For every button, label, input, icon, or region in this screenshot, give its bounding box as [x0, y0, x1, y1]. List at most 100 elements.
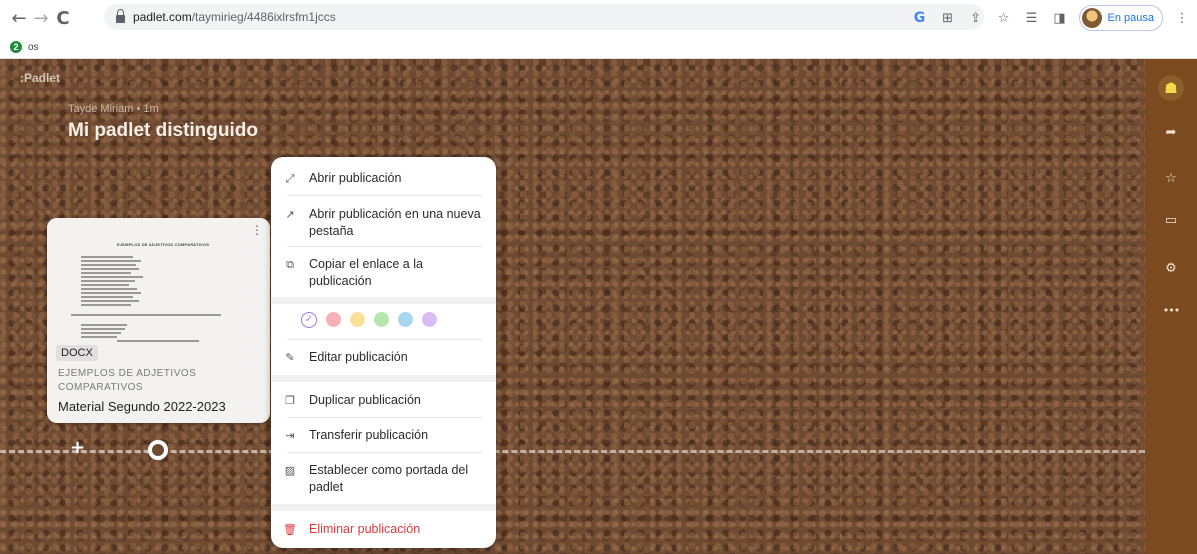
- section-gap: [271, 504, 496, 511]
- padlet-logo[interactable]: :Padlet: [20, 71, 60, 85]
- menu-item-label: Copiar el enlace a la publicación: [309, 257, 423, 288]
- bookmark-label[interactable]: os: [28, 42, 39, 53]
- browser-toolbar: ← → C padlet.com/taymirieg/4486ixlrsfm1j…: [0, 0, 1197, 36]
- color-swatch[interactable]: [326, 312, 341, 327]
- menu-item-copy-link[interactable]: ⧉ Copiar el enlace a la publicación: [271, 256, 496, 290]
- divider: [287, 339, 482, 340]
- preview-line: [81, 296, 133, 298]
- menu-item-label: Eliminar publicación: [309, 522, 421, 536]
- preview-line: [81, 276, 143, 278]
- color-swatch[interactable]: [398, 312, 413, 327]
- file-type-badge: DOCX: [56, 345, 98, 361]
- divider: [287, 417, 482, 418]
- share-icon[interactable]: ⇪: [967, 9, 985, 27]
- padlet-board: :Padlet Tayde Miriam • 1m Mi padlet dist…: [0, 59, 1145, 554]
- preview-line: [81, 336, 117, 338]
- menu-item-edit[interactable]: ✎ Editar publicación: [271, 349, 496, 366]
- divider: [287, 246, 482, 247]
- reading-list-icon[interactable]: ☰: [1023, 9, 1041, 27]
- card-menu-icon[interactable]: ⋮: [251, 223, 263, 237]
- menu-item-label: Editar publicación: [309, 350, 408, 364]
- side-panel-icon[interactable]: ◨: [1051, 9, 1069, 27]
- menu-item-transfer[interactable]: ⇥ Transferir publicación: [271, 427, 496, 444]
- timeline-node[interactable]: [148, 440, 168, 460]
- timeline-line: [0, 450, 1145, 453]
- add-post-icon[interactable]: +: [70, 439, 85, 457]
- menu-item-delete[interactable]: 🗑 Eliminar publicación: [271, 521, 496, 538]
- post-title: Material Segundo 2022-2023: [58, 399, 226, 414]
- preview-line: [81, 280, 135, 282]
- avatar: [1081, 8, 1102, 28]
- preview-line: [81, 288, 137, 290]
- browser-tools: G ⊞ ⇪ ☆ ☰ ◨ En pausa ⋮: [911, 4, 1191, 32]
- url-host: padlet.com: [133, 10, 192, 24]
- preview-line: [81, 268, 139, 270]
- forward-arrow-icon[interactable]: →: [30, 8, 52, 29]
- section-gap: [271, 375, 496, 382]
- divider: [287, 452, 482, 453]
- preview-line: [81, 284, 129, 286]
- page-title: Mi padlet distinguido: [68, 120, 258, 141]
- author-meta: Tayde Miriam • 1m: [68, 103, 159, 115]
- transfer-icon: ⇥: [285, 429, 295, 442]
- reload-icon[interactable]: C: [52, 8, 74, 29]
- share-arrow-icon[interactable]: ➦: [1158, 119, 1184, 145]
- color-swatch[interactable]: [374, 312, 389, 327]
- preview-line: [71, 314, 221, 316]
- divider: [287, 195, 482, 196]
- preview-line: [81, 300, 139, 302]
- external-link-icon: ↗: [285, 208, 295, 221]
- settings-gear-icon[interactable]: ⚙: [1158, 255, 1184, 281]
- color-swatch[interactable]: [350, 312, 365, 327]
- duplicate-icon: ❐: [285, 394, 295, 407]
- preview-line: [117, 340, 199, 342]
- menu-item-open[interactable]: ⤢ Abrir publicación: [271, 170, 496, 187]
- profile-button[interactable]: En pausa: [1078, 5, 1163, 31]
- bookmark-folder-icon[interactable]: 2: [10, 41, 22, 53]
- menu-item-label: Abrir publicación: [309, 171, 402, 185]
- preview-line: [81, 332, 121, 334]
- expand-icon: ⤢: [285, 172, 295, 185]
- install-icon[interactable]: ⊞: [939, 9, 957, 27]
- menu-item-label: Duplicar publicación: [309, 393, 421, 407]
- address-bar[interactable]: padlet.com/taymirieg/4486ixlrsfm1jccs: [104, 4, 984, 30]
- menu-item-label: Establecer como portada del padlet: [309, 463, 469, 494]
- color-picker: ✓: [301, 312, 437, 328]
- preview-line: [81, 272, 131, 274]
- copy-link-icon: ⧉: [286, 258, 294, 271]
- profile-status: En pausa: [1107, 12, 1154, 24]
- preview-line: [81, 324, 127, 326]
- lock-icon: [116, 9, 125, 23]
- preview-line: [81, 264, 136, 266]
- attachment-title: EJEMPLOS DE ADJETIVOS COMPARATIVOS: [58, 368, 197, 393]
- back-arrow-icon[interactable]: ←: [8, 8, 30, 29]
- preview-line: [81, 292, 141, 294]
- menu-item-set-cover[interactable]: ▨ Establecer como portada del padlet: [271, 462, 496, 496]
- preview-title: EJEMPLOS DE ADJETIVOS COMPARATIVOS: [117, 242, 210, 247]
- pencil-icon: ✎: [285, 351, 295, 364]
- menu-item-duplicate[interactable]: ❐ Duplicar publicación: [271, 392, 496, 409]
- image-icon: ▨: [284, 464, 296, 477]
- google-icon[interactable]: G: [911, 9, 929, 27]
- padlet-sidebar: ☗ ➦ ☆ ▭ ⚙ •••: [1145, 59, 1197, 554]
- url-path: /taymirieg/4486ixlrsfm1jccs: [191, 10, 336, 24]
- post-card[interactable]: EJEMPLOS DE ADJETIVOS COMPARATIVOS ⋮ DOC…: [47, 218, 270, 423]
- post-context-menu: ⤢ Abrir publicación ↗ Abrir publicación …: [271, 157, 496, 548]
- star-icon[interactable]: ☆: [1158, 165, 1184, 191]
- trash-icon: 🗑: [283, 523, 297, 536]
- bookmark-star-icon[interactable]: ☆: [995, 9, 1013, 27]
- more-options-icon[interactable]: •••: [1158, 297, 1184, 323]
- menu-item-label: Transferir publicación: [309, 428, 429, 442]
- section-gap: [271, 297, 496, 304]
- slideshow-icon[interactable]: ▭: [1158, 207, 1184, 233]
- document-preview: EJEMPLOS DE ADJETIVOS COMPARATIVOS: [47, 218, 270, 343]
- preview-line: [81, 260, 141, 262]
- user-avatar-icon[interactable]: ☗: [1158, 75, 1184, 101]
- color-swatch-selected[interactable]: ✓: [301, 312, 317, 328]
- preview-line: [81, 328, 125, 330]
- kebab-menu-icon[interactable]: ⋮: [1173, 9, 1191, 27]
- preview-line: [81, 256, 133, 258]
- menu-item-open-new-tab[interactable]: ↗ Abrir publicación en una nueva pestaña: [271, 206, 496, 240]
- menu-item-label: Abrir publicación en una nueva pestaña: [309, 207, 481, 238]
- color-swatch[interactable]: [422, 312, 437, 327]
